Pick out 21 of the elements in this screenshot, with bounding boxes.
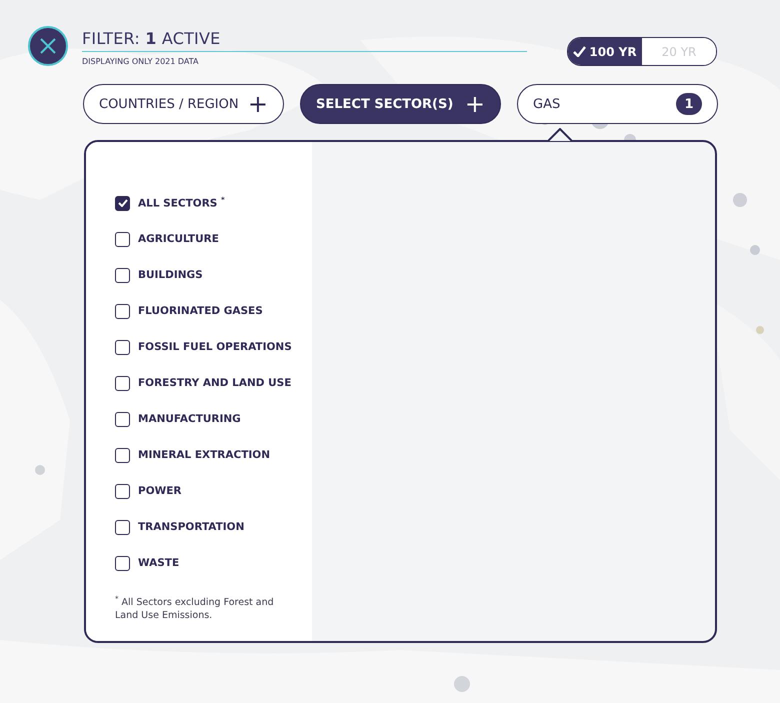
data-note: DISPLAYING ONLY 2021 DATA (82, 57, 200, 66)
plus-icon: + (464, 92, 485, 116)
plus-icon: + (248, 92, 268, 116)
sector-option[interactable]: POWER (115, 473, 312, 509)
filter-title: FILTER: 1 ACTIVE (82, 26, 527, 52)
sector-option[interactable]: FORESTRY AND LAND USE (115, 365, 312, 401)
sector-option[interactable]: BUILDINGS (115, 257, 312, 293)
count-badge: 1 (676, 93, 702, 115)
sector-option[interactable]: MINERAL EXTRACTION (115, 437, 312, 473)
filter-dropdown[interactable]: SELECT SECTOR(S) + (300, 84, 501, 124)
footnote: $^{*}$ All Sectors excluding Forest and Land Use Emissions. (115, 595, 275, 622)
sector-option[interactable]: FOSSIL FUEL OPERATIONS (115, 329, 312, 365)
filter-dropdown[interactable]: COUNTRIES / REGION + (83, 84, 284, 124)
period-tab[interactable]: 100 YR (568, 38, 642, 65)
sector-option[interactable]: AGRICULTURE (115, 221, 312, 257)
sector-option[interactable]: ALL SECTORS $^{*}$ (115, 185, 312, 221)
sector-option[interactable]: FLUORINATED GASES (115, 293, 312, 329)
sector-option[interactable]: TRANSPORTATION (115, 509, 312, 545)
sector-option[interactable]: MANUFACTURING (115, 401, 312, 437)
filter-dropdown[interactable]: GAS 1 (517, 84, 718, 124)
sector-option[interactable]: WASTE (115, 545, 312, 581)
